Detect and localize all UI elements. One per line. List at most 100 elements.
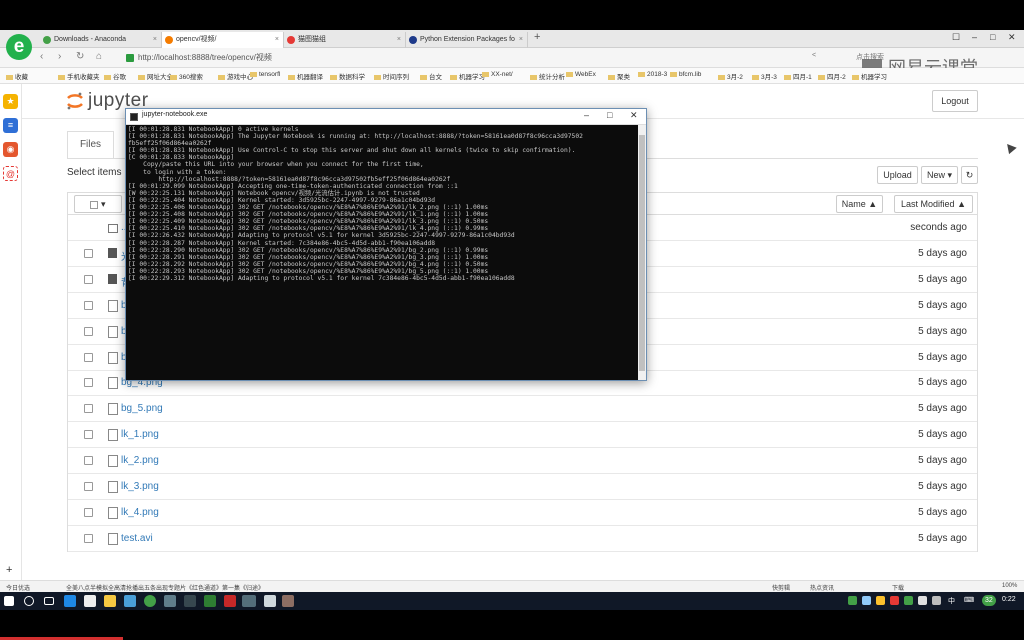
bookmark-item[interactable]: 数据科学 (330, 71, 365, 81)
console-scroll-thumb[interactable] (639, 135, 645, 371)
tray-icon[interactable] (848, 596, 857, 605)
bookmark-item[interactable]: 统计分析 (530, 71, 565, 81)
network-icon[interactable] (932, 596, 941, 605)
logout-button[interactable]: Logout (932, 90, 978, 112)
bookmark-item[interactable]: 时间序列 (374, 71, 409, 81)
new-dropdown-button[interactable]: New ▾ (921, 166, 958, 184)
file-row[interactable]: test.avi 5 days ago (68, 526, 977, 552)
browser-taskbar-icon[interactable] (144, 595, 156, 607)
bookmark-item[interactable]: bfcm.lib (670, 71, 701, 78)
tray-icon[interactable]: ⌨ (964, 596, 974, 604)
minimize-icon[interactable]: – (972, 32, 977, 42)
row-checkbox[interactable] (84, 326, 93, 336)
console-scrollbar[interactable] (638, 125, 646, 380)
sort-last-modified-button[interactable]: Last Modified ▲ (894, 195, 973, 213)
tab-close-icon[interactable]: × (519, 32, 523, 48)
file-row[interactable]: lk_2.png 5 days ago (68, 448, 977, 475)
file-name-link[interactable]: bg_5.png (121, 403, 163, 414)
explorer-icon[interactable] (104, 595, 116, 607)
task-view-icon[interactable] (44, 597, 54, 605)
file-name-link[interactable]: lk_4.png (121, 507, 159, 518)
console-maximize-icon[interactable]: □ (607, 110, 612, 120)
file-row[interactable]: lk_3.png 5 days ago (68, 474, 977, 500)
bookmark-item[interactable]: 聚类 (608, 71, 630, 81)
bookmark-item[interactable]: 手机收藏夹 (58, 71, 100, 81)
row-checkbox[interactable] (84, 404, 93, 414)
bookmark-item[interactable]: 收藏 (6, 71, 28, 81)
share-icon[interactable]: < (812, 52, 816, 59)
upload-button[interactable]: Upload (877, 166, 918, 184)
tray-icon[interactable] (862, 596, 871, 605)
browser-logo[interactable]: e (6, 34, 32, 60)
file-row[interactable]: lk_4.png 5 days ago (68, 500, 977, 526)
bookmark-item[interactable]: 3月-3 (752, 71, 777, 81)
tab-downloads[interactable]: Downloads - Anaconda × (40, 32, 162, 48)
select-all-dropdown[interactable]: ▾ (74, 195, 122, 213)
tab-python-packages[interactable]: Python Extension Packages fo × (406, 32, 528, 48)
status-quick-edit[interactable]: 快剪辑 (772, 583, 790, 592)
bookmark-item[interactable]: 四月-1 (784, 71, 812, 81)
bookmark-item[interactable]: 360搜索 (170, 71, 203, 81)
tray-icon[interactable] (918, 596, 927, 605)
new-tab-button[interactable]: + (534, 31, 540, 43)
file-name-link[interactable]: lk_2.png (121, 455, 159, 466)
row-checkbox[interactable] (84, 274, 93, 284)
tab-opencv[interactable]: opencv/视频/ × (162, 32, 284, 48)
app-icon[interactable] (204, 595, 216, 607)
status-headline[interactable]: 全美八点半模拟全高清抢播出五条出现专题片《红色通道》第一集《归途》 (66, 583, 264, 592)
back-icon[interactable]: ‹ (40, 51, 43, 62)
bookmark-item[interactable]: WebEx (566, 71, 596, 78)
sort-name-button[interactable]: Name ▲ (836, 195, 883, 213)
file-row[interactable]: bg_5.png 5 days ago (68, 396, 977, 423)
url-field[interactable]: http://localhost:8888/tree/opencv/视频 (124, 51, 724, 65)
weibo-icon[interactable]: ◉ (3, 142, 18, 157)
tab-close-icon[interactable]: × (397, 32, 401, 48)
row-checkbox[interactable] (84, 533, 93, 543)
status-today-pick[interactable]: 今日优选 (6, 583, 30, 592)
bookmark-item[interactable]: 2018-3 (638, 71, 667, 78)
app-icon[interactable] (242, 595, 256, 607)
clock[interactable]: 0:22 (1002, 596, 1016, 603)
tray-icon[interactable] (890, 596, 899, 605)
status-zoom[interactable]: 100% (1002, 583, 1017, 589)
refresh-button[interactable]: ↻ (961, 166, 978, 184)
console-title-bar[interactable]: jupyter-notebook.exe – □ ✕ (126, 109, 646, 125)
tray-icon[interactable] (904, 596, 913, 605)
select-all-checkbox[interactable] (90, 200, 99, 209)
status-hot-news[interactable]: 热点资讯 (810, 583, 834, 592)
file-name-link[interactable]: test.avi (121, 533, 153, 544)
bookmark-item[interactable]: XX-net/ (482, 71, 513, 78)
bookmark-item[interactable]: 台文 (420, 71, 442, 81)
bookmark-item[interactable]: 网址大全 (138, 71, 173, 81)
forward-icon[interactable]: › (58, 51, 61, 62)
windows-start-icon[interactable] (4, 596, 14, 606)
app-icon[interactable] (282, 595, 294, 607)
app-icon[interactable] (124, 595, 136, 607)
row-checkbox[interactable] (84, 248, 93, 258)
app-icon[interactable] (224, 595, 236, 607)
row-checkbox[interactable] (84, 456, 93, 466)
reload-icon[interactable]: ↻ (76, 51, 84, 62)
edge-icon[interactable] (64, 595, 76, 607)
search-icon[interactable] (24, 596, 34, 606)
row-checkbox[interactable] (84, 352, 93, 362)
tab-close-icon[interactable]: × (275, 32, 279, 48)
row-checkbox[interactable] (84, 507, 93, 517)
app-icon[interactable] (164, 595, 176, 607)
row-checkbox[interactable] (84, 482, 93, 491)
console-window[interactable]: jupyter-notebook.exe – □ ✕ [I 00:01:28.8… (125, 108, 647, 381)
bookmark-item[interactable]: tensorfl (250, 71, 280, 78)
file-name-link[interactable]: lk_1.png (121, 429, 159, 440)
language-indicator[interactable]: 中 (948, 596, 955, 606)
console-minimize-icon[interactable]: – (584, 110, 589, 120)
bookmark-item[interactable]: 机器学习 (450, 71, 485, 81)
tab-close-icon[interactable]: × (153, 32, 157, 48)
row-checkbox[interactable] (84, 300, 93, 310)
bookmark-item[interactable]: 机器学习 (852, 71, 887, 81)
row-checkbox[interactable] (84, 378, 93, 388)
app-icon[interactable] (264, 595, 276, 607)
file-row[interactable]: lk_1.png 5 days ago (68, 422, 977, 449)
tab-cats[interactable]: 猫图猫组 × (284, 32, 406, 48)
bookmark-item[interactable]: 机器翻译 (288, 71, 323, 81)
tray-icon[interactable] (876, 596, 885, 605)
